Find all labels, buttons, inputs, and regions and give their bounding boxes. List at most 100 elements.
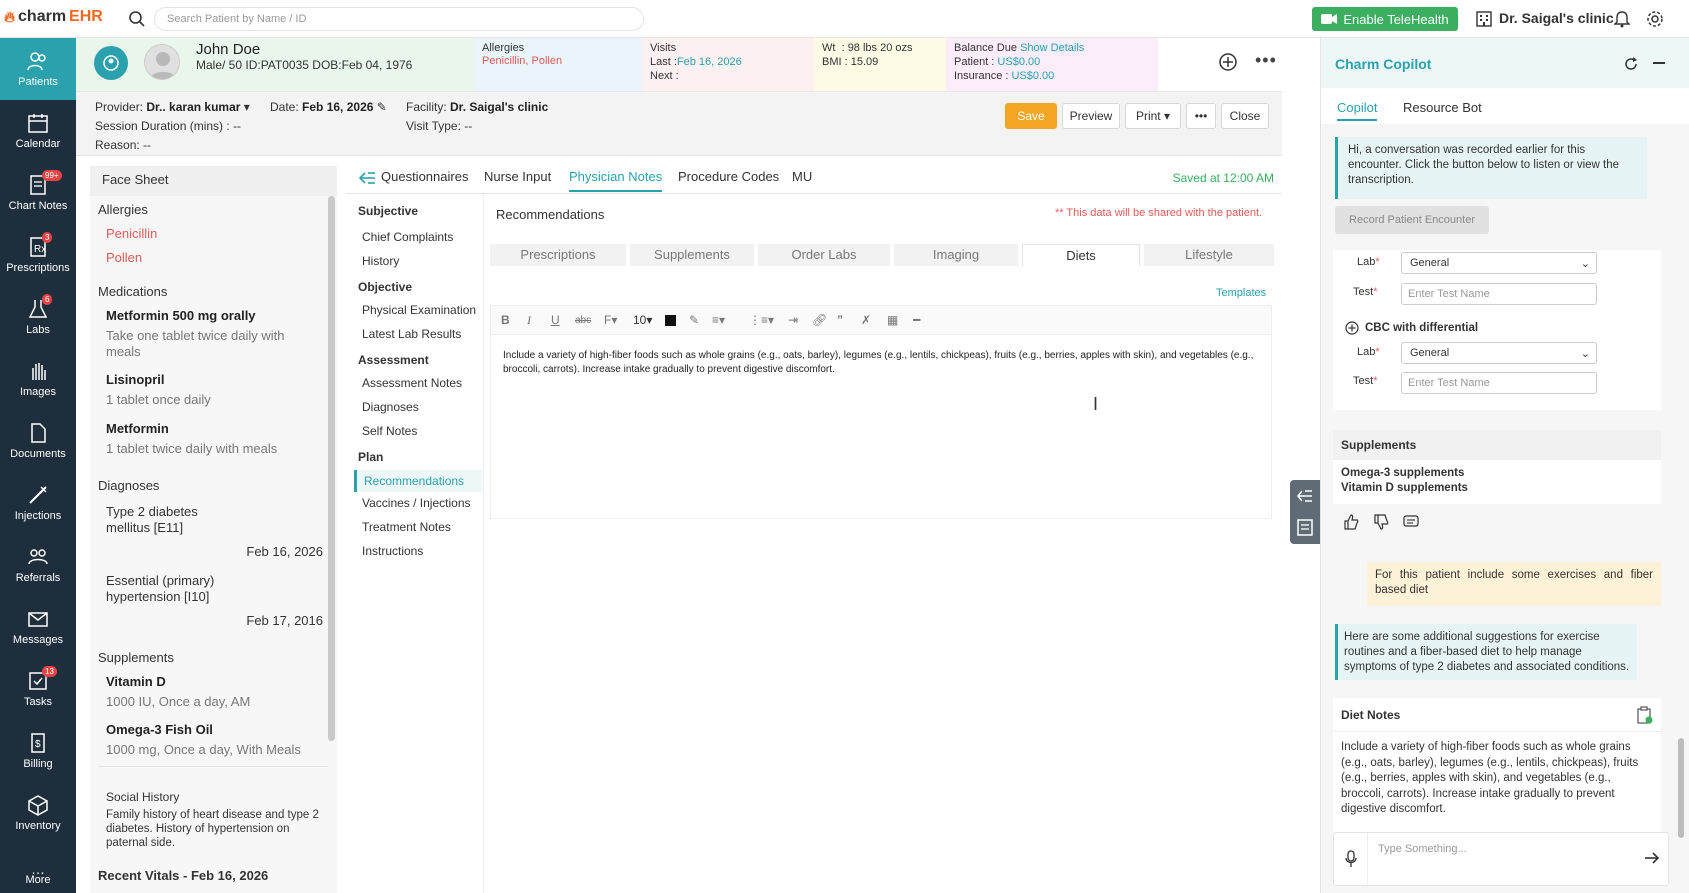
- nav-images[interactable]: Images: [0, 348, 76, 410]
- date-field[interactable]: Date: Feb 16, 2026 ✎: [270, 100, 387, 114]
- nav-treatment-notes[interactable]: Treatment Notes: [362, 520, 451, 534]
- allergies-block[interactable]: Allergies Penicillin, Pollen: [474, 38, 642, 91]
- tab-mu[interactable]: MU: [792, 169, 812, 184]
- collapse-panel-icon[interactable]: [1296, 488, 1314, 504]
- test-name-input[interactable]: Enter Test Name: [1401, 283, 1597, 305]
- nav-more[interactable]: … More: [0, 844, 76, 893]
- tab-copilot[interactable]: Copilot: [1337, 100, 1378, 121]
- copy-to-note-icon[interactable]: [1637, 706, 1653, 724]
- vitals-block[interactable]: Wt : 98 lbs 20 ozs BMI : 15.09: [814, 38, 946, 91]
- nav-patients[interactable]: Patients: [0, 38, 76, 100]
- underline-icon[interactable]: U: [551, 313, 560, 327]
- close-button[interactable]: Close: [1221, 103, 1269, 129]
- nav-assessment-notes[interactable]: Assessment Notes: [362, 376, 462, 390]
- link-icon[interactable]: 🔗︎: [812, 313, 827, 327]
- strikethrough-icon[interactable]: abc: [575, 315, 591, 326]
- lab-select[interactable]: General ⌄: [1401, 252, 1597, 274]
- quote-icon[interactable]: ”: [837, 313, 843, 327]
- test-name-input[interactable]: Enter Test Name: [1401, 372, 1597, 394]
- avatar[interactable]: [144, 44, 180, 80]
- clipboard-icon[interactable]: [1297, 518, 1313, 536]
- bold-icon[interactable]: B: [501, 313, 510, 327]
- horizontal-rule-icon[interactable]: ━: [913, 313, 920, 327]
- thumbs-up-icon[interactable]: [1343, 514, 1359, 530]
- add-circle-icon[interactable]: [1345, 321, 1359, 335]
- templates-link[interactable]: Templates: [1216, 287, 1266, 299]
- tab-physician-notes[interactable]: Physician Notes: [569, 169, 663, 192]
- align-icon[interactable]: ≡▾: [712, 313, 725, 327]
- nav-physical-examination[interactable]: Physical Examination: [362, 303, 476, 317]
- patient-name[interactable]: John Doe: [196, 41, 260, 58]
- enable-telehealth-button[interactable]: Enable TeleHealth: [1312, 7, 1458, 31]
- search-icon[interactable]: [128, 10, 146, 28]
- tab-nurse-input[interactable]: Nurse Input: [484, 169, 551, 184]
- provider-field[interactable]: Provider: Dr.. karan kumar ▾: [95, 100, 250, 114]
- subtab-lifestyle[interactable]: Lifestyle: [1144, 244, 1274, 266]
- nav-messages[interactable]: Messages: [0, 596, 76, 658]
- nav-recommendations[interactable]: Recommendations: [354, 470, 482, 492]
- lab-select[interactable]: General ⌄: [1401, 342, 1597, 364]
- nav-self-notes[interactable]: Self Notes: [362, 424, 417, 438]
- subtab-prescriptions[interactable]: Prescriptions: [490, 244, 626, 266]
- nav-injections[interactable]: Injections: [0, 472, 76, 534]
- subtab-order-labs[interactable]: Order Labs: [758, 244, 890, 266]
- save-button[interactable]: Save: [1005, 103, 1057, 129]
- more-actions-button[interactable]: •••: [1186, 103, 1216, 129]
- font-family-icon[interactable]: F▾: [604, 313, 617, 327]
- subtab-imaging[interactable]: Imaging: [894, 244, 1018, 266]
- preview-button[interactable]: Preview: [1062, 103, 1120, 129]
- minimize-icon[interactable]: [1653, 62, 1665, 64]
- print-button[interactable]: Print ▾: [1125, 103, 1181, 129]
- tab-questionnaires[interactable]: Questionnaires: [381, 169, 468, 184]
- gear-icon[interactable]: [1646, 10, 1664, 28]
- tab-resource-bot[interactable]: Resource Bot: [1403, 100, 1482, 115]
- clinic-selector[interactable]: Dr. Saigal's clinic: [1475, 9, 1614, 27]
- diet-editor[interactable]: Include a variety of high-fiber foods su…: [490, 335, 1272, 519]
- text-color-icon[interactable]: [665, 315, 676, 326]
- thumbs-down-icon[interactable]: [1373, 514, 1389, 530]
- visits-block[interactable]: Visits Last :Feb 16, 2026 Next :: [642, 38, 814, 91]
- add-icon[interactable]: [1218, 52, 1238, 72]
- nav-chart-notes[interactable]: 99+ Chart Notes: [0, 162, 76, 224]
- copilot-scrollbar[interactable]: [1678, 738, 1684, 838]
- send-arrow-icon[interactable]: [1644, 851, 1660, 865]
- subtab-diets[interactable]: Diets: [1022, 244, 1140, 266]
- highlight-icon[interactable]: ✎: [689, 313, 699, 327]
- nav-referrals[interactable]: Referrals: [0, 534, 76, 596]
- face-sheet-scrollbar[interactable]: [328, 196, 335, 741]
- collapse-left-icon[interactable]: [358, 171, 376, 185]
- clear-format-icon[interactable]: ✗: [861, 313, 871, 327]
- nav-tasks[interactable]: 13 Tasks: [0, 658, 76, 720]
- subtab-supplements[interactable]: Supplements: [630, 244, 754, 266]
- patient-search-input[interactable]: Search Patient by Name / ID: [154, 7, 644, 31]
- supplements-section-title: Supplements: [98, 650, 174, 665]
- nav-labs[interactable]: 6 Labs: [0, 286, 76, 348]
- font-size-select[interactable]: 10▾: [633, 313, 652, 327]
- nav-latest-lab-results[interactable]: Latest Lab Results: [362, 327, 461, 341]
- nav-inventory[interactable]: Inventory: [0, 782, 76, 844]
- show-details-link[interactable]: Show Details: [1020, 42, 1084, 54]
- nav-instructions[interactable]: Instructions: [362, 544, 423, 558]
- nav-vaccines-injections[interactable]: Vaccines / Injections: [362, 496, 471, 510]
- patient-dashboard-icon[interactable]: [94, 46, 128, 80]
- bell-icon[interactable]: [1614, 10, 1630, 28]
- more-options-icon[interactable]: •••: [1255, 50, 1277, 71]
- charm-logo[interactable]: 🔥︎ charm EHR: [4, 8, 103, 26]
- chat-input[interactable]: Type Something...: [1378, 843, 1467, 855]
- nav-billing[interactable]: $ Billing: [0, 720, 76, 782]
- nav-history[interactable]: History: [362, 254, 399, 268]
- tab-procedure-codes[interactable]: Procedure Codes: [678, 169, 779, 184]
- nav-chief-complaints[interactable]: Chief Complaints: [362, 230, 453, 244]
- table-icon[interactable]: ▦: [887, 313, 898, 327]
- refresh-icon[interactable]: [1623, 56, 1639, 72]
- nav-documents[interactable]: Documents: [0, 410, 76, 472]
- microphone-icon[interactable]: [1334, 833, 1368, 885]
- italic-icon[interactable]: I: [527, 313, 531, 328]
- indent-icon[interactable]: ⇥: [788, 313, 798, 327]
- record-encounter-button[interactable]: Record Patient Encounter: [1335, 206, 1489, 234]
- nav-prescriptions[interactable]: 3 Rx Prescriptions: [0, 224, 76, 286]
- nav-diagnoses[interactable]: Diagnoses: [362, 400, 419, 414]
- list-icon[interactable]: ⋮≡▾: [749, 313, 774, 327]
- nav-calendar[interactable]: Calendar: [0, 100, 76, 162]
- comment-icon[interactable]: [1403, 514, 1419, 530]
